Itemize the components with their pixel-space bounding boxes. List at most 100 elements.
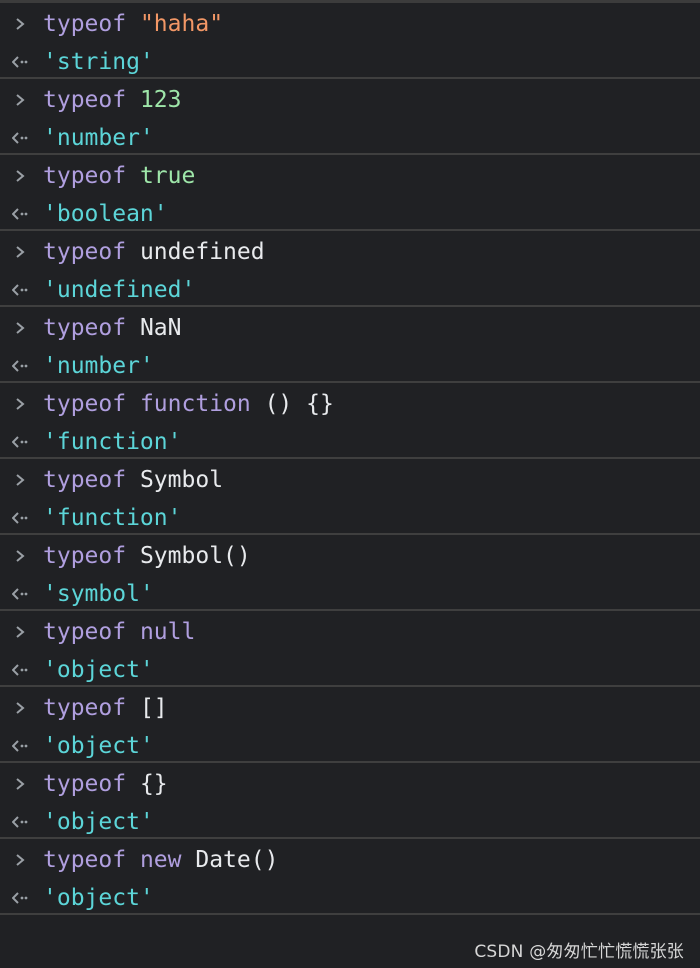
result-value: 'boolean' <box>43 201 168 227</box>
result-value: 'number' <box>43 125 154 151</box>
result-value: 'symbol' <box>43 581 154 607</box>
console-output-line: 'object' <box>0 804 154 840</box>
console-input-line[interactable]: typeof function () {} <box>0 386 334 422</box>
typeof-keyword: typeof <box>43 467 127 493</box>
typeof-keyword: typeof <box>43 695 127 721</box>
console-entry: typeof null 'object' <box>0 611 700 687</box>
console-entry: typeof {} 'object' <box>0 763 700 839</box>
return-arrow-icon <box>9 424 31 460</box>
chevron-right-icon <box>9 766 31 802</box>
expression-argument: undefined <box>139 239 265 265</box>
expression-argument: Symbol <box>139 467 224 493</box>
chevron-right-icon <box>9 158 31 194</box>
watermark: CSDN @匆匆忙忙慌慌张张 <box>474 942 684 962</box>
console-output-line: 'object' <box>0 728 154 764</box>
console-input-line[interactable]: typeof Symbol <box>0 462 223 498</box>
console-entry: typeof "haha" 'string' <box>0 3 700 79</box>
console-output-line: 'symbol' <box>0 576 154 612</box>
typeof-keyword: typeof <box>43 315 127 341</box>
return-arrow-icon <box>9 44 31 80</box>
return-arrow-icon <box>9 804 31 840</box>
expression-argument: [] <box>139 695 168 721</box>
chevron-right-icon <box>9 842 31 878</box>
console-entry: typeof 123 'number' <box>0 79 700 155</box>
chevron-right-icon <box>9 538 31 574</box>
chevron-right-icon <box>9 310 31 346</box>
console-output-line: 'undefined' <box>0 272 195 308</box>
expression-argument: Symbol() <box>139 543 251 569</box>
result-value: 'object' <box>43 657 154 683</box>
return-arrow-icon <box>9 348 31 384</box>
console-output-line: 'number' <box>0 348 154 384</box>
console-entry: typeof undefined 'undefined' <box>0 231 700 307</box>
console-input-line[interactable]: typeof {} <box>0 766 168 802</box>
console-input-line[interactable]: typeof undefined <box>0 234 265 270</box>
expression-argument: {} <box>139 771 168 797</box>
console-entry: typeof Symbol() 'symbol' <box>0 535 700 611</box>
expression-argument: NaN <box>139 315 182 341</box>
console-input-line[interactable]: typeof new Date() <box>0 842 278 878</box>
console-entry: typeof true 'boolean' <box>0 155 700 231</box>
chevron-right-icon <box>9 386 31 422</box>
return-arrow-icon <box>9 880 31 916</box>
result-value: 'object' <box>43 885 154 911</box>
return-arrow-icon <box>9 196 31 232</box>
devtools-console: typeof "haha" 'string' typeof 123 'numbe… <box>0 0 700 968</box>
console-input-line[interactable]: typeof null <box>0 614 195 650</box>
chevron-right-icon <box>9 462 31 498</box>
typeof-keyword: typeof <box>43 391 127 417</box>
console-input-line[interactable]: typeof "haha" <box>0 6 223 42</box>
console-prompt-icon[interactable] <box>11 960 29 968</box>
chevron-right-icon <box>9 82 31 118</box>
result-value: 'undefined' <box>43 277 196 303</box>
return-arrow-icon <box>9 120 31 156</box>
expression-keyword: new <box>139 847 182 873</box>
console-input-line[interactable]: typeof NaN <box>0 310 182 346</box>
typeof-keyword: typeof <box>43 543 127 569</box>
chevron-right-icon <box>9 234 31 270</box>
console-output-line: 'object' <box>0 652 154 688</box>
expression-argument: null <box>139 619 196 645</box>
console-output-line: 'function' <box>0 500 181 536</box>
console-entry: typeof function () {} 'function' <box>0 383 700 459</box>
console-input-line[interactable]: typeof Symbol() <box>0 538 251 574</box>
typeof-keyword: typeof <box>43 239 127 265</box>
console-output-line: 'function' <box>0 424 181 460</box>
console-input-line[interactable]: typeof true <box>0 158 195 194</box>
expression-argument: 123 <box>139 87 182 113</box>
console-output-line: 'string' <box>0 44 154 80</box>
return-arrow-icon <box>9 272 31 308</box>
console-entry: typeof NaN 'number' <box>0 307 700 383</box>
typeof-keyword: typeof <box>43 619 127 645</box>
console-output-line: 'number' <box>0 120 154 156</box>
typeof-keyword: typeof <box>43 87 127 113</box>
chevron-right-icon <box>9 690 31 726</box>
console-input-line[interactable]: typeof [] <box>0 690 168 726</box>
typeof-keyword: typeof <box>43 11 127 37</box>
result-value: 'object' <box>43 733 154 759</box>
expression-argument: "haha" <box>139 11 224 37</box>
return-arrow-icon <box>9 728 31 764</box>
chevron-right-icon <box>9 614 31 650</box>
return-arrow-icon <box>9 500 31 536</box>
console-output-line: 'boolean' <box>0 196 168 232</box>
result-value: 'function' <box>43 429 182 455</box>
console-entry: typeof Symbol 'function' <box>0 459 700 535</box>
console-input-line[interactable]: typeof 123 <box>0 82 182 118</box>
typeof-keyword: typeof <box>43 847 127 873</box>
result-value: 'object' <box>43 809 154 835</box>
expression-argument: true <box>139 163 196 189</box>
console-entry: typeof [] 'object' <box>0 687 700 763</box>
console-entry: typeof new Date() 'object' <box>0 839 700 915</box>
chevron-right-icon <box>9 6 31 42</box>
return-arrow-icon <box>9 576 31 612</box>
result-value: 'number' <box>43 353 154 379</box>
console-output-line: 'object' <box>0 880 154 916</box>
return-arrow-icon <box>9 652 31 688</box>
typeof-keyword: typeof <box>43 163 127 189</box>
typeof-keyword: typeof <box>43 771 127 797</box>
expression-rest: () {} <box>250 391 334 417</box>
result-value: 'function' <box>43 505 182 531</box>
expression-rest: Date() <box>181 847 279 873</box>
result-value: 'string' <box>43 49 154 75</box>
